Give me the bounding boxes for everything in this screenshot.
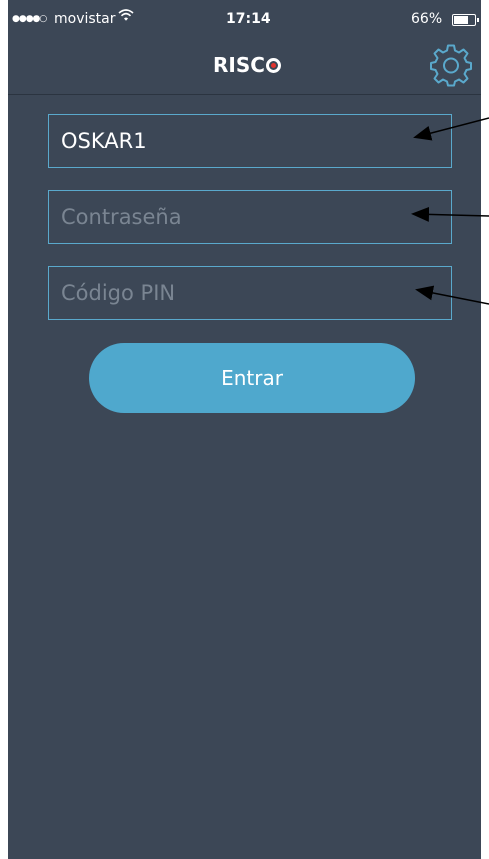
- password-field[interactable]: [48, 190, 452, 244]
- login-button[interactable]: Entrar: [89, 343, 415, 413]
- navigation-bar: RISC: [8, 38, 481, 95]
- battery-percentage: 66%: [411, 11, 443, 27]
- logo-text: RISC: [213, 53, 265, 77]
- signal-strength-icon: ●●●●○: [12, 14, 47, 24]
- risco-logo: RISC: [213, 53, 281, 77]
- wifi-icon: [118, 8, 134, 26]
- carrier-name: movistar: [54, 11, 116, 27]
- username-field[interactable]: [48, 114, 452, 168]
- logo-dot-icon: [265, 57, 281, 73]
- status-bar: ●●●●○ movistar 17:14 66%: [8, 0, 481, 38]
- pin-code-field[interactable]: [48, 266, 452, 320]
- battery-icon: [452, 14, 479, 26]
- app-screen: ●●●●○ movistar 17:14 66% RISC Entrar: [8, 0, 481, 859]
- gear-icon[interactable]: [429, 44, 473, 88]
- clock: 17:14: [226, 11, 271, 27]
